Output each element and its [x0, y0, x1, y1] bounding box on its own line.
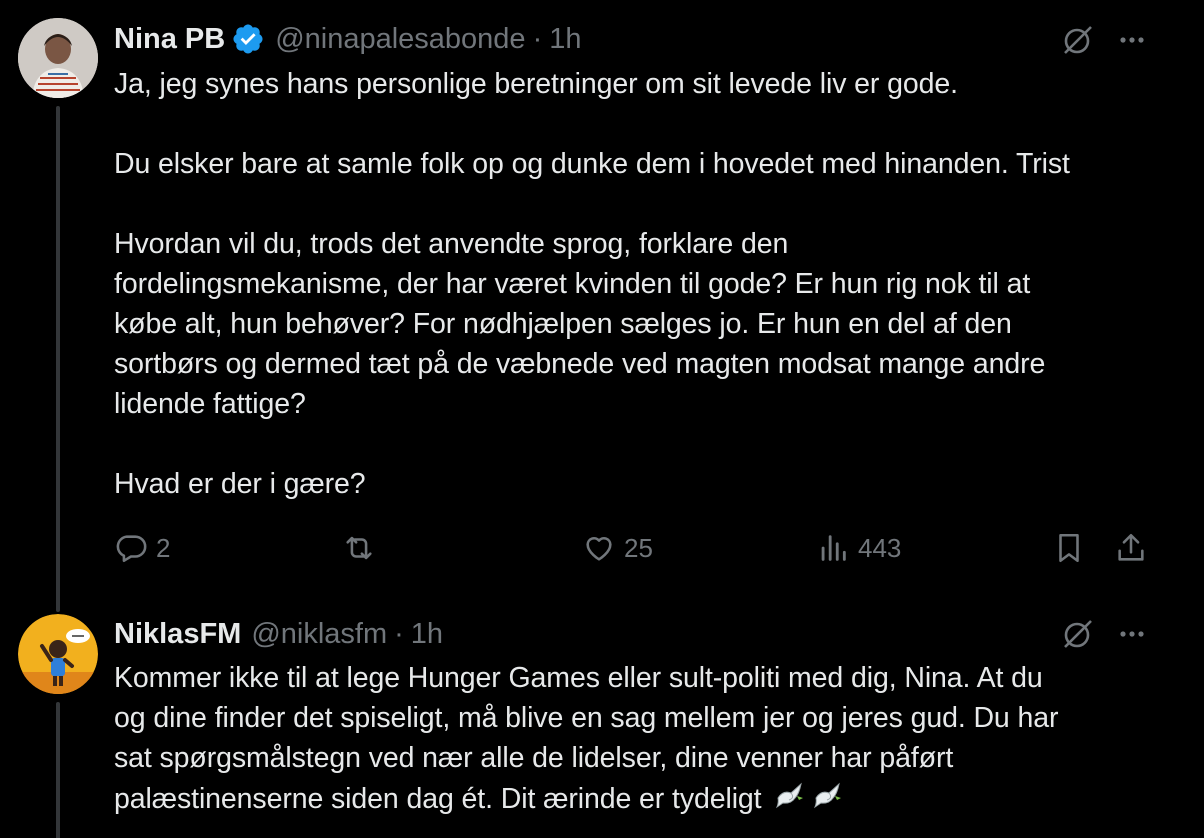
tweet-header: NiklasFM @niklasfm · 1h — [114, 616, 443, 652]
handle[interactable]: @niklasfm — [251, 616, 387, 652]
text-line: købe alt, hun behøver? For nødhjælpen sæ… — [114, 308, 1012, 340]
text-line: palæstinenserne siden dag ét. Dit ærinde… — [114, 783, 762, 816]
tweet-nina[interactable]: Nina PB @ninapalesabonde · 1h Ja, jeg sy… — [0, 0, 1204, 612]
separator: · — [532, 23, 543, 55]
paragraph: Du elsker bare at samle folk op og dunke… — [114, 144, 1174, 184]
paragraph: Ja, jeg synes hans personlige beretninge… — [114, 64, 1174, 104]
more-options-icon[interactable] — [1114, 616, 1150, 652]
heart-icon — [586, 536, 612, 561]
tweet-header: Nina PB @ninapalesabonde · 1h — [114, 21, 582, 57]
avatar[interactable] — [18, 18, 98, 98]
display-name[interactable]: Nina PB — [114, 21, 225, 57]
grok-icon[interactable] — [1060, 22, 1096, 58]
more-options-icon[interactable] — [1114, 22, 1150, 58]
dove-icon — [773, 778, 807, 823]
display-name[interactable]: NiklasFM — [114, 616, 241, 652]
text-line: og dine finder det spiseligt, må blive e… — [114, 702, 1059, 734]
grok-icon[interactable] — [1060, 616, 1096, 652]
tweet-text: Kommer ikke til at lege Hunger Games ell… — [114, 658, 1174, 823]
like-count: 25 — [624, 532, 653, 563]
dove-icon — [811, 778, 845, 823]
retweet-button[interactable] — [342, 528, 384, 568]
timestamp[interactable]: 1h — [549, 21, 581, 57]
timestamp[interactable]: 1h — [411, 616, 443, 652]
text-line: Hvad er der i gære? — [114, 468, 366, 500]
share-button[interactable] — [1114, 528, 1148, 568]
share-icon — [1118, 533, 1144, 561]
retweet-icon — [346, 536, 372, 560]
text-line: Du elsker bare at samle folk op og dunke… — [114, 148, 1070, 180]
views-button[interactable]: 443 — [816, 528, 901, 568]
text-line: fordelingsmekanisme, der har været kvind… — [114, 268, 1031, 300]
reply-icon — [116, 535, 147, 563]
reply-count: 2 — [156, 532, 171, 563]
separator: · — [394, 618, 404, 650]
text-line: sat spørgsmålstegn ved nær alle de lidel… — [114, 742, 954, 774]
bookmark-icon — [1059, 533, 1079, 563]
text-line: Ja, jeg synes hans personlige beretninge… — [114, 68, 958, 100]
text-line: sortbørs og dermed tæt på de væbnede ved… — [114, 348, 1046, 380]
text-line: Hvordan vil du, trods det anvendte sprog… — [114, 228, 789, 260]
analytics-icon — [821, 535, 846, 561]
reply-button[interactable]: 2 — [114, 528, 170, 568]
handle[interactable]: @ninapalesabonde — [275, 21, 525, 57]
avatar[interactable] — [18, 614, 98, 694]
paragraph: Hvad er der i gære? — [114, 464, 1174, 504]
verified-badge-icon — [231, 22, 265, 56]
view-count: 443 — [858, 532, 902, 563]
like-button[interactable]: 25 — [582, 528, 653, 568]
tweet-niklas[interactable]: NiklasFM @niklasfm · 1h Kommer ikke til … — [0, 604, 1204, 838]
text-line: lidende fattige? — [114, 388, 306, 420]
bookmark-button[interactable] — [1052, 528, 1086, 568]
text-line-last: palæstinenserne siden dag ét. Dit ærinde… — [114, 778, 1174, 823]
action-bar: 2 25 443 — [114, 528, 1154, 568]
thread-line — [56, 702, 60, 838]
thread-line — [56, 106, 60, 612]
tweet-text: Ja, jeg synes hans personlige beretninge… — [114, 64, 1174, 504]
text-line: Kommer ikke til at lege Hunger Games ell… — [114, 662, 1043, 694]
paragraph: Hvordan vil du, trods det anvendte sprog… — [114, 224, 1174, 424]
